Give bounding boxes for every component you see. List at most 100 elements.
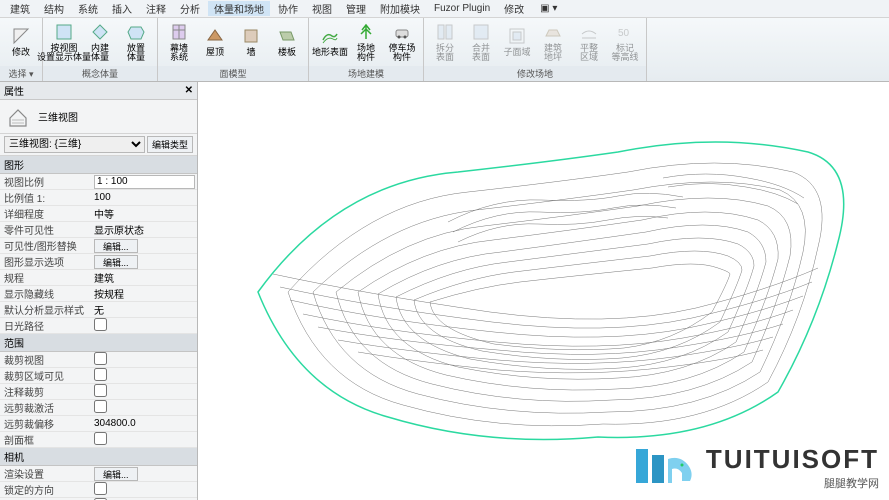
massvis-icon xyxy=(54,22,74,42)
menu-item[interactable]: 视图 xyxy=(306,1,338,16)
elephant-logo-icon xyxy=(630,441,700,494)
ribbon-roof-button[interactable]: 屋顶 xyxy=(198,18,232,66)
edit-type-button[interactable]: 编辑类型 xyxy=(147,136,193,153)
ribbon-wall-button[interactable]: 墙 xyxy=(234,18,268,66)
menu-item[interactable]: 结构 xyxy=(38,1,70,16)
ribbon: 修改选择 ▾ 按视图 设置显示体量内建 体量放置 体量概念体量幕墙 系统屋顶墙楼板… xyxy=(0,18,889,82)
watermark: TUITUISOFT 腿腿教学网 xyxy=(630,441,879,494)
ribbon-group-label: 修改场地 xyxy=(424,66,646,81)
label-icon: 50 xyxy=(615,22,635,42)
ribbon-sitecmp-button[interactable]: 场地 构件 xyxy=(349,18,383,66)
place-icon xyxy=(126,22,146,42)
type-selector-row[interactable]: 三维视图 xyxy=(0,100,197,134)
menu-item[interactable]: 建筑 xyxy=(4,1,36,16)
menu-item[interactable]: 注释 xyxy=(140,1,172,16)
inplace-icon xyxy=(90,22,110,42)
properties-panel: 属性 ✕ 三维视图 三维视图: {三维} 编辑类型 图形视图比例比例值 1:10… xyxy=(0,82,198,500)
menu-overflow-icon[interactable]: ▣ ▾ xyxy=(534,3,563,14)
prop-checkbox[interactable] xyxy=(94,400,107,413)
prop-checkbox[interactable] xyxy=(94,482,107,495)
prop-input[interactable] xyxy=(94,175,195,189)
ribbon-group-label: 场地建模 xyxy=(309,66,423,81)
graded-icon xyxy=(579,22,599,42)
prop-checkbox[interactable] xyxy=(94,368,107,381)
properties-title-bar: 属性 ✕ xyxy=(0,82,197,100)
ribbon-inplace-button[interactable]: 内建 体量 xyxy=(83,18,117,66)
prop-checkbox[interactable] xyxy=(94,384,107,397)
menu-bar: 建筑结构系统插入注释分析体量和场地协作视图管理附加模块Fuzor Plugin修… xyxy=(0,0,889,18)
prop-row: 日光路径 xyxy=(0,318,197,334)
menu-item[interactable]: 协作 xyxy=(272,1,304,16)
menu-item[interactable]: 系统 xyxy=(72,1,104,16)
menu-item[interactable]: 插入 xyxy=(106,1,138,16)
modify-icon xyxy=(11,26,31,46)
prop-row: 详细程度中等 xyxy=(0,206,197,222)
watermark-title: TUITUISOFT xyxy=(706,444,879,475)
prop-row: 默认分析显示样式无 xyxy=(0,302,197,318)
ribbon-graded-button[interactable]: 平整 区域 xyxy=(572,18,606,66)
menu-item[interactable]: Fuzor Plugin xyxy=(428,3,496,14)
viewport-canvas[interactable]: TUITUISOFT 腿腿教学网 xyxy=(198,82,889,500)
prop-row: 剖面框 xyxy=(0,432,197,448)
properties-title: 属性 xyxy=(4,83,24,98)
prop-category: 图形 xyxy=(0,156,197,174)
watermark-subtitle: 腿腿教学网 xyxy=(706,475,879,491)
sitecmp-icon xyxy=(356,22,376,42)
menu-item[interactable]: 修改 xyxy=(498,1,530,16)
ribbon-merge-button[interactable]: 合并 表面 xyxy=(464,18,498,66)
prop-edit-button[interactable]: 编辑... xyxy=(94,467,138,481)
prop-row: 渲染设置编辑... xyxy=(0,466,197,482)
prop-row: 规程建筑 xyxy=(0,270,197,286)
ribbon-group-label: 概念体量 xyxy=(43,66,157,81)
cwall-icon xyxy=(169,22,189,42)
prop-row: 远剪裁激活 xyxy=(0,400,197,416)
ribbon-modify-button[interactable]: 修改 xyxy=(4,18,38,66)
ribbon-pad-button[interactable]: 建筑 地坪 xyxy=(536,18,570,66)
prop-row: 可见性/图形替换编辑... xyxy=(0,238,197,254)
svg-text:50: 50 xyxy=(618,28,630,39)
ribbon-label-button[interactable]: 50标记 等高线 xyxy=(608,18,642,66)
prop-edit-button[interactable]: 编辑... xyxy=(94,239,138,253)
topo-icon xyxy=(320,26,340,46)
ribbon-parking-button[interactable]: 停车场 构件 xyxy=(385,18,419,66)
ribbon-group-label: 面模型 xyxy=(158,66,308,81)
instance-selector-row: 三维视图: {三维} 编辑类型 xyxy=(0,134,197,156)
prop-row: 显示隐藏线按规程 xyxy=(0,286,197,302)
split-icon xyxy=(435,22,455,42)
prop-checkbox[interactable] xyxy=(94,318,107,331)
type-label: 三维视图 xyxy=(38,109,78,124)
ribbon-massvis-button[interactable]: 按视图 设置显示体量 xyxy=(47,18,81,66)
prop-checkbox[interactable] xyxy=(94,352,107,365)
menu-item[interactable]: 管理 xyxy=(340,1,372,16)
ribbon-place-button[interactable]: 放置 体量 xyxy=(119,18,153,66)
prop-row: 图形显示选项编辑... xyxy=(0,254,197,270)
prop-row: 比例值 1:100 xyxy=(0,190,197,206)
menu-item[interactable]: 体量和场地 xyxy=(208,1,270,16)
merge-icon xyxy=(471,22,491,42)
menu-item[interactable]: 分析 xyxy=(174,1,206,16)
ribbon-floor-button[interactable]: 楼板 xyxy=(270,18,304,66)
menu-item[interactable]: 附加模块 xyxy=(374,1,426,16)
properties-grid: 图形视图比例比例值 1:100详细程度中等零件可见性显示原状态可见性/图形替换编… xyxy=(0,156,197,500)
close-icon[interactable]: ✕ xyxy=(185,85,193,96)
subregion-icon xyxy=(507,26,527,46)
ribbon-subregion-button[interactable]: 子面域 xyxy=(500,18,534,66)
prop-edit-button[interactable]: 编辑... xyxy=(94,255,138,269)
prop-row: 锁定的方向 xyxy=(0,482,197,498)
floor-icon xyxy=(277,26,297,46)
terrain-topography xyxy=(218,92,868,462)
prop-row: 注释裁剪 xyxy=(0,384,197,400)
ribbon-topo-button[interactable]: 地形表面 xyxy=(313,18,347,66)
ribbon-group-label: 选择 ▾ xyxy=(0,66,42,81)
prop-row: 裁剪视图 xyxy=(0,352,197,368)
ribbon-split-button[interactable]: 拆分 表面 xyxy=(428,18,462,66)
prop-category: 范围 xyxy=(0,334,197,352)
ribbon-cwall-button[interactable]: 幕墙 系统 xyxy=(162,18,196,66)
prop-row: 裁剪区域可见 xyxy=(0,368,197,384)
prop-checkbox[interactable] xyxy=(94,432,107,445)
instance-select[interactable]: 三维视图: {三维} xyxy=(4,136,145,153)
house3d-icon xyxy=(6,106,30,128)
roof-icon xyxy=(205,26,225,46)
prop-category: 相机 xyxy=(0,448,197,466)
pad-icon xyxy=(543,22,563,42)
